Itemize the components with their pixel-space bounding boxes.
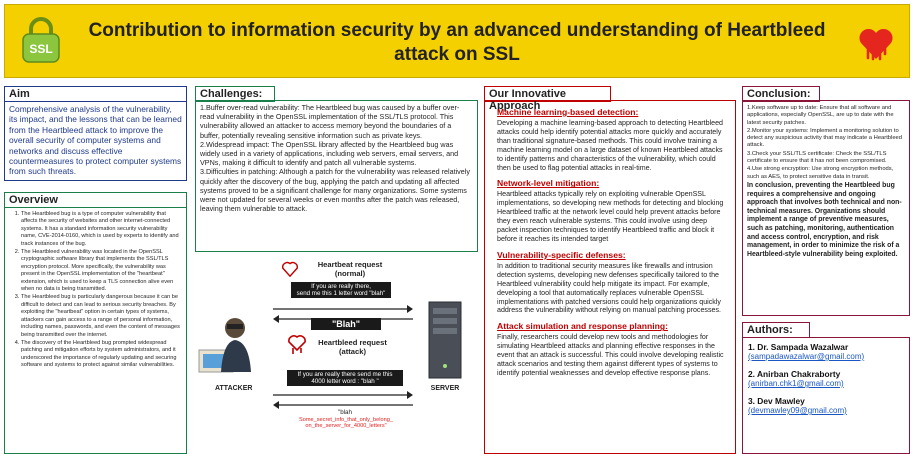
overview-item: The discovery of the Heartbleed bug prom… [21, 340, 183, 370]
approach-section-title: Vulnerability-specific defenses: [497, 249, 626, 260]
overview-panel: The Heartbleed bug is a type of computer… [4, 207, 187, 454]
server-label: SERVER [430, 385, 460, 392]
author-email-link[interactable]: (devmawley09@gmail.com) [748, 406, 905, 415]
approach-section-title: Network-level mitigation: [497, 178, 600, 189]
overview-heading: Overview [4, 192, 187, 208]
overview-item: The Heartbleed vulnerability was located… [21, 249, 183, 293]
author-name: 2. Anirban Chakraborty [748, 369, 841, 379]
conclusion-point: 2.Monitor your systems: Implement a moni… [747, 127, 902, 149]
approach-section-title: Machine learning-based detection: [497, 107, 639, 117]
author-name: 3. Dev Mawley [748, 396, 805, 406]
ssl-logo-text: SSL [29, 42, 52, 56]
aim-text: Comprehensive analysis of the vulnerabil… [9, 104, 182, 177]
attack-request-arrow-icon [273, 391, 413, 399]
normal-request-message: If you are really there, send me this 1 … [291, 282, 391, 298]
author-email-link[interactable]: (sampadawazalwar@gmail.com) [748, 352, 905, 361]
conclusion-point: 1.Keep software up to date: Ensure that … [747, 105, 894, 126]
heart-icon [282, 261, 298, 278]
author-name: 1. Dr. Sampada Wazalwar [748, 342, 849, 352]
approach-section-body: Heartbleed attacks typically rely on exp… [497, 190, 724, 243]
approach-panel: Machine learning-based detection: Develo… [484, 100, 736, 454]
heartbleed-diagram: ATTACKER Heartbeat request (normal) If y… [195, 258, 478, 454]
leaked-data: Some_secret_info_that_only_belong_ on_th… [299, 417, 393, 429]
author-email-link[interactable]: (anirban.chk1@gmail.com) [748, 379, 905, 388]
poster-title: Contribution to information security by … [88, 20, 826, 65]
conclusion-panel: 1.Keep software up to date: Ensure that … [742, 100, 910, 316]
conclusion-point: 3.Check your SSL/TLS certificate: Check … [747, 150, 887, 165]
normal-request-label: Heartbeat request (normal) [317, 260, 383, 278]
overview-item: The Heartbleed bug is a type of computer… [21, 211, 183, 248]
approach-section: Vulnerability-specific defenses: In addi… [497, 250, 725, 315]
author-entry: 1. Dr. Sampada Wazalwar (sampadawazalwar… [748, 342, 905, 361]
approach-section-title: Attack simulation and response planning: [497, 321, 668, 332]
authors-panel: 1. Dr. Sampada Wazalwar (sampadawazalwar… [742, 337, 910, 454]
challenges-panel: 1.Buffer over-read vulnerability: The He… [195, 100, 478, 252]
server-icon [428, 301, 462, 379]
overview-item: The Heartbleed bug is particularly dange… [21, 294, 183, 338]
author-entry: 2. Anirban Chakraborty (anirban.chk1@gma… [748, 369, 905, 388]
conclusion-point: 4.Use strong encryption: Use strong encr… [747, 166, 894, 180]
challenge-item: 1.Buffer over-read vulnerability: The He… [200, 103, 460, 140]
authors-heading: Authors: [742, 322, 810, 338]
request-arrow-icon [273, 305, 413, 313]
aim-panel: Comprehensive analysis of the vulnerabil… [4, 101, 187, 181]
attacker-icon [198, 318, 251, 373]
attack-reply: "blah [338, 409, 352, 416]
overview-list: The Heartbleed bug is a type of computer… [7, 211, 183, 370]
attack-request-label: Heartbleed request (attack) [318, 338, 387, 356]
approach-section-body: In addition to traditional security meas… [497, 261, 721, 315]
challenge-item: 2.Widespread impact: The OpenSSL library… [200, 139, 459, 168]
author-entry: 3. Dev Mawley (devmawley09@gmail.com) [748, 396, 905, 415]
approach-section: Attack simulation and response planning:… [497, 321, 725, 378]
approach-section-body: Developing a machine learning-based appr… [497, 119, 723, 172]
ssl-lock-icon: SSL [22, 17, 60, 63]
attack-request-message: If you are really there send me this 400… [287, 370, 403, 386]
aim-heading: Aim [4, 86, 187, 102]
approach-section-body: Finally, researchers could develop new t… [497, 333, 724, 377]
attacker-label: ATTACKER [215, 385, 253, 392]
approach-section: Machine learning-based detection: Develo… [497, 107, 725, 172]
approach-section: Network-level mitigation: Heartbleed att… [497, 178, 725, 243]
conclusion-summary: In conclusion, preventing the Heartbleed… [747, 181, 902, 258]
poster-header: SSL Contribution to information security… [4, 4, 910, 78]
normal-reply: "Blah" [311, 318, 381, 330]
heartbleed-logo-icon [859, 28, 893, 61]
challenge-item: 3.Difficulties in patching: Although a p… [200, 167, 470, 214]
